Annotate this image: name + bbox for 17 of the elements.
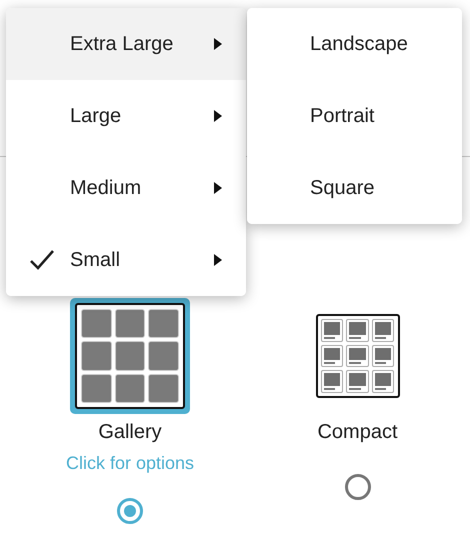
submenu-arrow-icon bbox=[214, 110, 222, 122]
radio-button[interactable] bbox=[117, 498, 143, 524]
menu-item[interactable]: Extra Large bbox=[6, 8, 246, 80]
radio-button[interactable] bbox=[344, 474, 370, 500]
compact-layout-icon[interactable] bbox=[316, 314, 400, 398]
option-label: Compact bbox=[317, 420, 398, 444]
submenu-arrow-icon bbox=[214, 254, 222, 266]
option-label: Gallery bbox=[98, 420, 162, 444]
menu-item[interactable]: Small bbox=[6, 224, 246, 296]
menu-item[interactable]: Square bbox=[247, 152, 462, 224]
submenu-arrow-icon bbox=[214, 182, 222, 194]
menu-item[interactable]: Medium bbox=[6, 152, 246, 224]
menu-item[interactable]: Landscape bbox=[247, 8, 462, 80]
menu-item[interactable]: Portrait bbox=[247, 80, 462, 152]
submenu-arrow-icon bbox=[214, 38, 222, 50]
menu-item[interactable]: Large bbox=[6, 80, 246, 152]
gallery-layout-icon[interactable] bbox=[70, 298, 190, 414]
